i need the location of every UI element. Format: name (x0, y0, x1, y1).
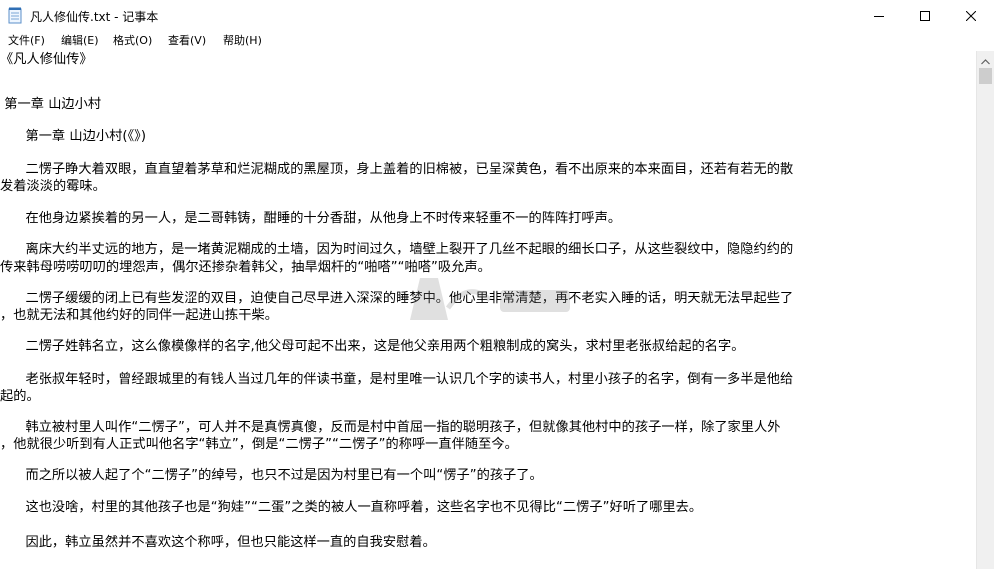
notepad-icon (8, 7, 22, 24)
text-line: ，他就很少听到有人正式叫他名字“韩立”，倒是“二愣子”“二愣子”的称呼一直伴随至… (0, 437, 518, 452)
text-line: 第一章 山边小村 (0, 97, 102, 112)
text-line: 传来韩母唠唠叨叨的埋怨声，偶尔还掺杂着韩父，抽旱烟杆的“啪嗒”“啪嗒”吸允声。 (0, 260, 491, 275)
minimize-button[interactable] (856, 0, 902, 31)
close-button[interactable] (948, 0, 994, 31)
menu-bar: 文件(F) 编辑(E) 格式(O) 查看(V) 帮助(H) (0, 31, 994, 51)
window-title: 凡人修仙传.txt - 记事本 (30, 10, 159, 24)
text-line: 二愣子睁大着双眼，直直望着茅草和烂泥糊成的黑屋顶，身上盖着的旧棉被，已呈深黄色，… (0, 162, 794, 177)
text-line: 二愣子姓韩名立，这么像模像样的名字,他父母可起不出来，这是他父亲用两个粗粮制成的… (0, 339, 745, 354)
text-line: ，也就无法和其他约好的同伴一起进山拣干柴。 (0, 308, 278, 323)
menu-file[interactable]: 文件(F) (8, 33, 45, 49)
menu-view[interactable]: 查看(V) (168, 33, 206, 49)
close-icon (965, 6, 977, 25)
text-line: 二愣子缓缓的闭上已有些发涩的双目，迫使自己尽早进入深深的睡梦中。他心里非常清楚，… (0, 291, 794, 306)
text-line: 韩立被村里人叫作“二愣子”，可人并不是真愣真傻，反而是村中首屈一指的聪明孩子，但… (0, 420, 781, 435)
text-line: 起的。 (0, 389, 40, 404)
scroll-thumb[interactable] (979, 68, 992, 84)
text-line: 在他身边紧挨着的另一人，是二哥韩铸，酣睡的十分香甜，从他身上不时传来轻重不一的阵… (0, 211, 622, 226)
text-line: 《凡人修仙传》 (0, 52, 93, 67)
text-line: 离床大约半丈远的地方，是一堵黄泥糊成的土墙，因为时间过久，墙壁上裂开了几丝不起眼… (0, 242, 794, 257)
text-line: 因此，韩立虽然并不喜欢这个称呼，但也只能这样一直的自我安慰着。 (0, 535, 436, 550)
text-line: 而之所以被人起了个“二愣子”的绰号，也只不过是因为村里已有一个叫“愣子”的孩子了… (0, 468, 543, 483)
scroll-up-button[interactable] (977, 51, 994, 68)
minimize-icon (874, 6, 884, 25)
text-line: 老张叔年轻时，曾经跟城里的有钱人当过几年的伴读书童，是村里唯一认识几个字的读书人… (0, 372, 794, 387)
title-bar[interactable]: 凡人修仙传.txt - 记事本 (0, 0, 994, 31)
maximize-icon (920, 6, 930, 25)
vertical-scrollbar[interactable] (976, 51, 994, 569)
text-editor-area[interactable]: 《凡人修仙传》 第一章 山边小村 第一章 山边小村(《》) 二愣子睁大着双眼，直… (0, 51, 976, 569)
menu-format[interactable]: 格式(O) (113, 33, 152, 49)
menu-help[interactable]: 帮助(H) (223, 33, 262, 49)
text-line: 发着淡淡的霉味。 (0, 179, 106, 194)
maximize-button[interactable] (902, 0, 948, 31)
text-line: 这也没啥，村里的其他孩子也是“狗娃”“二蛋”之类的被人一直称呼着，这些名字也不见… (0, 500, 703, 515)
menu-edit[interactable]: 编辑(E) (61, 33, 99, 49)
scroll-up-arrow-icon (981, 50, 990, 69)
text-line: 第一章 山边小村(《》) (0, 129, 147, 144)
